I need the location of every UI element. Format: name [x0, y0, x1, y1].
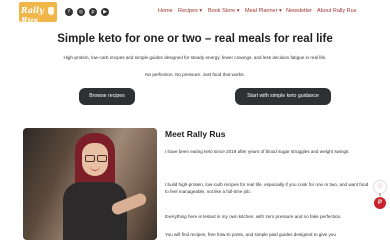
nav-meal-planner-label: Meal Planner	[245, 8, 278, 14]
nav-home[interactable]: Home	[158, 8, 173, 14]
nav-about[interactable]: About Rally Rus	[317, 8, 356, 14]
site-logo[interactable]: Rally Rus	[19, 2, 57, 25]
pot-icon	[48, 7, 54, 15]
about-paragraph: I have been eating keto since 2019 after…	[165, 149, 350, 154]
browse-recipes-button[interactable]: Browse recipes	[79, 88, 135, 105]
nav-recipes[interactable]: Recipes ▾	[178, 8, 202, 14]
nav-book-store[interactable]: Book Store ▾	[208, 8, 240, 14]
youtube-icon[interactable]: ▶	[101, 8, 109, 16]
chevron-down-icon: ▾	[278, 8, 282, 14]
chevron-down-icon: ▾	[199, 8, 203, 14]
hero-title: Simple keto for one or two – real meals …	[57, 33, 333, 45]
pinterest-save-button[interactable]: P	[374, 197, 386, 209]
author-photo	[23, 128, 157, 240]
about-paragraph: Everything here is tested in my own kitc…	[165, 214, 342, 219]
about-title: Meet Rally Rus	[165, 129, 226, 139]
nav-recipes-label: Recipes	[178, 8, 198, 14]
nav-meal-planner[interactable]: Meal Planner ▾	[245, 8, 282, 14]
chevron-down-icon: ▾	[236, 8, 240, 14]
pinterest-icon[interactable]: p	[89, 8, 97, 16]
hero-tagline: No perfection. No pressure. Just food th…	[145, 72, 245, 77]
about-paragraph: You will find recipes, free how-to posts…	[165, 232, 336, 237]
keto-guidance-button[interactable]: Start with simple keto guidance	[235, 88, 331, 105]
hero-subtitle: High-protein, low-carb recipes and simpl…	[63, 55, 327, 60]
facebook-icon[interactable]: f	[65, 8, 73, 16]
heart-icon: ♡	[377, 184, 383, 190]
instagram-icon[interactable]: ◎	[77, 8, 85, 16]
nav-newsletter[interactable]: Newsletter	[286, 8, 312, 14]
nav-book-store-label: Book Store	[208, 8, 236, 14]
site-header: Rally Rus f ◎ p ▶ Home Recipes ▾ Book St…	[0, 0, 390, 25]
about-paragraph: I build high-protein, low-carb recipes f…	[165, 182, 369, 194]
pinterest-icon: P	[377, 200, 382, 206]
